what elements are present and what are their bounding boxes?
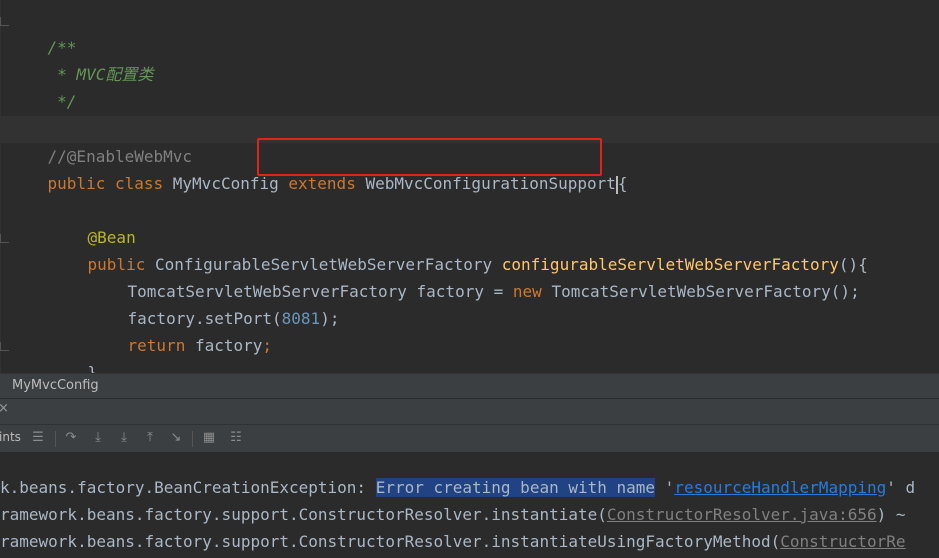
- toolbar-tab-label[interactable]: ints: [0, 430, 21, 444]
- source-link[interactable]: ConstructorRe: [780, 532, 905, 551]
- selected-text: Error creating bean with name: [375, 478, 656, 497]
- close-icon[interactable]: ×: [0, 401, 9, 416]
- step-into-icon[interactable]: ⤓: [90, 429, 106, 447]
- code-line-10[interactable]: TomcatServletWebServerFactory factory = …: [0, 251, 939, 301]
- tool-window-tabbar: ×: [0, 398, 939, 424]
- highlight-box: [257, 138, 602, 176]
- code-line-2[interactable]: * MVC配置类: [0, 34, 939, 84]
- console-line-1: k.beans.factory.BeanCreationException: E…: [0, 478, 916, 497]
- bean-name-link[interactable]: resourceHandlerMapping: [674, 478, 886, 497]
- run-to-cursor-icon[interactable]: ↘: [168, 429, 184, 447]
- code-line-3[interactable]: */: [0, 61, 939, 111]
- toolbar-divider: [55, 431, 56, 447]
- fold-marker[interactable]: [0, 17, 9, 26]
- toolbar-divider: [192, 431, 193, 447]
- console-toolbar: ints ☰ ↷ ⤓ ⤓ ⤒ ↘ ▦ ☷: [0, 424, 939, 452]
- fold-marker[interactable]: [0, 342, 9, 351]
- trace-icon[interactable]: ☷: [228, 429, 244, 447]
- code-editor[interactable]: /** * MVC配置类 */ @onfiguration //@EnableW…: [0, 0, 939, 373]
- step-out-icon[interactable]: ⤒: [142, 429, 158, 447]
- fold-marker[interactable]: [0, 234, 9, 243]
- evaluate-icon[interactable]: ▦: [201, 429, 217, 447]
- console-line-3: ramework.beans.factory.support.Construct…: [0, 532, 906, 551]
- menu-lines-icon[interactable]: ☰: [30, 429, 46, 447]
- code-line-13[interactable]: }: [0, 332, 939, 373]
- code-line-4[interactable]: @onfiguration: [0, 88, 939, 138]
- code-line-12[interactable]: return factory;: [0, 305, 939, 355]
- console-line-2: ramework.beans.factory.support.Construct…: [0, 505, 906, 524]
- source-link[interactable]: ConstructorResolver.java:656: [607, 505, 877, 524]
- force-step-into-icon[interactable]: ⤓: [116, 429, 132, 447]
- code-line-9[interactable]: public ConfigurableServletWebServerFacto…: [0, 224, 939, 274]
- code-line-8[interactable]: @Bean: [0, 197, 939, 247]
- code-line-1[interactable]: /**: [0, 7, 939, 57]
- step-over-icon[interactable]: ↷: [63, 429, 79, 447]
- breadcrumb-class[interactable]: MyMvcConfig: [12, 378, 99, 393]
- code-line-11[interactable]: factory.setPort(8081);: [0, 278, 939, 328]
- breadcrumb[interactable]: MyMvcConfig: [0, 373, 939, 398]
- console-output[interactable]: k.beans.factory.BeanCreationException: E…: [0, 452, 939, 558]
